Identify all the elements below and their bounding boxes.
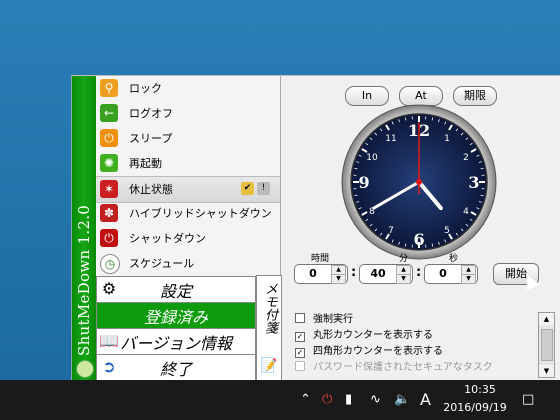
battery-icon[interactable]: ▮	[345, 392, 352, 407]
shutdown-icon: ⏻	[100, 229, 118, 247]
notes-tab[interactable]: メモ付箋 📝	[256, 275, 282, 383]
svg-text:3: 3	[468, 173, 479, 192]
shutmedown-window: ShutMeDown 1.2.0 ⚲ ロック ← ログオフ ⏻ スリープ ✺ 再…	[71, 75, 560, 383]
ime-indicator[interactable]: A	[420, 390, 431, 409]
settings-button[interactable]: ⚙ 設定	[96, 276, 256, 303]
taskbar: ⌃ ⏻ ▮ ∿ 🔈 A 10:35 2016/09/19 □	[0, 380, 560, 420]
sleep-icon: ⏻	[100, 129, 118, 147]
svg-text:6: 6	[413, 230, 424, 249]
menu-item-label: ロック	[129, 82, 162, 95]
hours-label: 時間	[311, 254, 330, 264]
svg-text:7: 7	[388, 226, 394, 236]
memo-icon: 📝	[260, 358, 278, 374]
down-arrow-icon[interactable]: ▼	[461, 274, 476, 284]
options-scrollbar[interactable]: ▲ ▼	[538, 312, 555, 378]
menu-item-label: 休止状態	[129, 183, 173, 196]
colon: :	[416, 265, 422, 280]
action-menu: ⚲ ロック ← ログオフ ⏻ スリープ ✺ 再起動 ✶ 休止状態 ✔ ! ✽ ハ…	[96, 76, 281, 276]
menu-item-label: 再起動	[129, 157, 162, 170]
shutmedown-tray-icon[interactable]: ⏻	[322, 392, 332, 407]
taskbar-date[interactable]: 2016/09/19	[440, 401, 510, 414]
svg-text:9: 9	[358, 173, 369, 192]
menu-item-schedule[interactable]: ◷ スケジュール	[96, 251, 280, 276]
warning-icon[interactable]: !	[257, 182, 270, 195]
menu-item-label: スケジュール	[129, 257, 195, 270]
menu-item-label: ハイブリッドシャットダウン	[129, 207, 272, 220]
minutes-label: 分	[399, 254, 409, 264]
checkbox-checked[interactable]: ✓	[295, 348, 305, 358]
schedule-icon: ◷	[100, 254, 120, 274]
volume-icon[interactable]: 🔈	[394, 392, 410, 407]
menu-item-label: スリープ	[129, 132, 173, 145]
hours-stepper[interactable]: 0 ▲ ▼	[294, 264, 348, 284]
checkbox[interactable]	[295, 313, 305, 323]
lock-icon: ⚲	[100, 79, 118, 97]
menu-item-hibernate[interactable]: ✶ 休止状態 ✔ !	[96, 176, 280, 203]
square-counter-checkbox[interactable]: ✓ 四角形カウンターを表示する	[295, 342, 443, 358]
scroll-up-icon[interactable]: ▲	[539, 313, 554, 325]
version-info-button[interactable]: 📖 バージョン情報	[96, 328, 256, 355]
down-arrow-icon[interactable]: ▼	[331, 274, 346, 284]
svg-text:10: 10	[366, 153, 378, 163]
checkbox	[295, 361, 305, 371]
exit-button[interactable]: ➲ 終了	[96, 354, 256, 381]
svg-text:2: 2	[463, 153, 469, 163]
secure-task-checkbox: パスワード保護されたセキュアなタスク	[295, 358, 493, 373]
force-run-checkbox[interactable]: 強制実行	[295, 310, 353, 325]
round-counter-checkbox[interactable]: ✓ 丸形カウンターを表示する	[295, 326, 433, 342]
menu-item-label: ログオフ	[129, 107, 173, 120]
menu-item-sleep[interactable]: ⏻ スリープ	[96, 126, 280, 151]
wifi-icon[interactable]: ∿	[370, 392, 381, 407]
svg-text:5: 5	[444, 226, 450, 236]
menu-item-shutdown[interactable]: ⏻ シャットダウン	[96, 226, 280, 251]
menu-item-restart[interactable]: ✺ 再起動	[96, 151, 280, 176]
minutes-stepper[interactable]: 40 ▲ ▼	[359, 264, 413, 284]
menu-item-lock[interactable]: ⚲ ロック	[96, 76, 280, 101]
svg-text:1: 1	[444, 134, 450, 144]
logoff-icon: ←	[100, 104, 118, 122]
vertical-title-bar: ShutMeDown 1.2.0	[72, 76, 96, 381]
menu-item-label: シャットダウン	[129, 232, 206, 245]
colon: :	[351, 265, 357, 280]
pin-icon[interactable]: ✔	[241, 182, 254, 195]
svg-text:11: 11	[385, 134, 396, 144]
seconds-label: 秒	[449, 254, 459, 264]
hibernate-icon: ✶	[100, 180, 118, 198]
notification-icon[interactable]: □	[522, 392, 534, 407]
analog-clock: 12 3 6 9 1 2 4 5 7 8 10 11	[341, 104, 497, 260]
taskbar-time[interactable]: 10:35	[455, 383, 505, 396]
scroll-down-icon[interactable]: ▼	[539, 365, 554, 377]
hybrid-shutdown-icon: ✽	[100, 204, 118, 222]
scroll-thumb[interactable]	[541, 329, 553, 361]
down-arrow-icon[interactable]: ▼	[396, 274, 411, 284]
chevron-up-icon[interactable]: ⌃	[300, 392, 311, 407]
restart-icon: ✺	[100, 154, 118, 172]
svg-text:4: 4	[463, 207, 469, 217]
timer-panel: In At 期限 12 3 6 9 1 2 4 5 7 8 10 11 時間 分…	[281, 76, 560, 381]
menu-item-logoff[interactable]: ← ログオフ	[96, 101, 280, 126]
app-logo-icon	[76, 360, 94, 378]
registered-button[interactable]: 登録済み	[96, 302, 256, 329]
seconds-stepper[interactable]: 0 ▲ ▼	[424, 264, 478, 284]
checkbox-checked[interactable]: ✓	[295, 332, 305, 342]
menu-item-hybrid-shutdown[interactable]: ✽ ハイブリッドシャットダウン	[96, 201, 280, 226]
app-title: ShutMeDown 1.2.0	[75, 204, 93, 356]
